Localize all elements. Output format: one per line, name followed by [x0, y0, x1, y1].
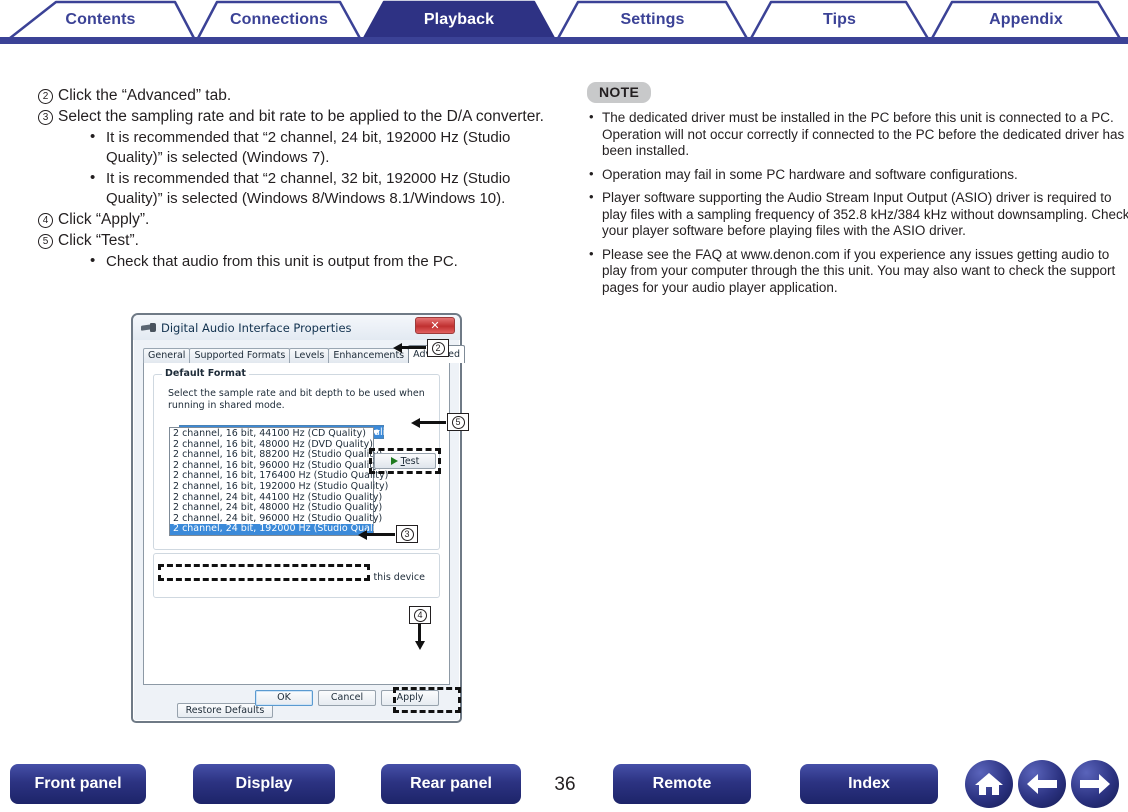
home-button[interactable] [965, 760, 1013, 808]
nav-label: Display [235, 775, 293, 792]
dialog-tab-supported-formats[interactable]: Supported Formats [189, 348, 291, 363]
list-item: Operation may fail in some PC hardware a… [587, 166, 1128, 184]
list-item: Player software supporting the Audio Str… [587, 189, 1128, 240]
note-list: The dedicated driver must be installed i… [587, 109, 1128, 297]
step-number: 4 [38, 213, 53, 228]
nav-label: Rear panel [410, 775, 492, 792]
tab-label: Contents [65, 11, 136, 28]
ok-button[interactable]: OK [255, 690, 313, 706]
list-item: Check that audio from this unit is outpu… [86, 251, 568, 272]
tab-label: Playback [423, 11, 495, 28]
step-text: Click the “Advanced” tab. [58, 87, 232, 104]
dialog-tab-page: Default Format Select the sample rate an… [143, 362, 450, 718]
instructions-column: 2 Click the “Advanced” tab. 3 Select the… [38, 86, 568, 273]
tab-contents[interactable]: Contents [5, 0, 196, 40]
step-3: 3 Select the sampling rate and bit rate … [38, 107, 568, 127]
groupbox2-partial-text: this device [373, 572, 425, 583]
callout-2: 2 [427, 339, 449, 357]
tab-tips[interactable]: Tips [749, 0, 930, 40]
tab-label: Connections [230, 11, 328, 28]
list-item: The dedicated driver must be installed i… [587, 109, 1128, 160]
exclusive-mode-groupbox: this device [153, 553, 440, 598]
nav-label: Front panel [34, 775, 122, 792]
page-content: 2 Click the “Advanced” tab. 3 Select the… [0, 44, 1128, 756]
callout-5-arrow [411, 418, 446, 428]
nav-display-button[interactable]: Display [193, 764, 335, 804]
nav-label: Remote [652, 775, 712, 792]
callout-3-arrow [358, 530, 395, 540]
tab-connections[interactable]: Connections [196, 0, 362, 40]
list-item-selected[interactable]: 2 channel, 24 bit, 192000 Hz (Studio Qua… [170, 524, 388, 535]
step-3-bullets: It is recommended that “2 channel, 24 bi… [38, 127, 568, 209]
step-2: 2 Click the “Advanced” tab. [38, 86, 568, 106]
step-number: 5 [38, 234, 53, 249]
nav-label: Index [848, 775, 890, 792]
default-format-dropdown-list[interactable]: 2 channel, 16 bit, 44100 Hz (CD Quality)… [169, 427, 388, 536]
list-item: It is recommended that “2 channel, 24 bi… [86, 127, 568, 168]
step-4: 4 Click “Apply”. [38, 210, 568, 230]
groupbox-description: Select the sample rate and bit depth to … [168, 388, 425, 411]
callout-4: 4 [409, 606, 431, 624]
bottom-nav-bar: Front panel Display Rear panel 36 Remote… [0, 756, 1128, 812]
windows-dialog-figure: Digital Audio Interface Properties ✕ Gen… [131, 313, 466, 723]
forward-button[interactable] [1071, 760, 1119, 808]
step-5-bullets: Check that audio from this unit is outpu… [38, 251, 568, 272]
callout-number: 4 [413, 608, 427, 622]
callout-5: 5 [447, 413, 469, 431]
tab-label: Appendix [989, 11, 1063, 28]
nav-index-button[interactable]: Index [800, 764, 938, 804]
test-button-label: Test [400, 455, 420, 467]
dialog-footer: OK Cancel Apply [143, 686, 450, 711]
list-item[interactable]: 2 channel, 16 bit, 192000 Hz (Studio Qua… [170, 481, 388, 493]
step-5: 5 Click “Test”. [38, 231, 568, 251]
nav-rear-panel-button[interactable]: Rear panel [381, 764, 521, 804]
close-icon[interactable]: ✕ [415, 317, 455, 334]
step-text: Click “Apply”. [58, 211, 150, 228]
test-button[interactable]: Test [374, 453, 436, 469]
list-item: Please see the FAQ at www.denon.com if y… [587, 246, 1128, 297]
nav-front-panel-button[interactable]: Front panel [10, 764, 146, 804]
speaker-icon [141, 322, 156, 333]
dialog-title: Digital Audio Interface Properties [161, 320, 352, 335]
tab-settings[interactable]: Settings [556, 0, 749, 40]
dialog-tab-levels[interactable]: Levels [289, 348, 330, 363]
arrow-right-icon [1080, 774, 1110, 794]
apply-button[interactable]: Apply [381, 690, 439, 706]
back-button[interactable] [1018, 760, 1066, 808]
cancel-button[interactable]: Cancel [318, 690, 376, 706]
callout-number: 2 [431, 341, 445, 355]
page-number: 36 [554, 774, 576, 795]
groupbox-title: Default Format [162, 368, 249, 379]
play-icon [390, 457, 398, 465]
callout-number: 5 [451, 415, 465, 429]
home-icon [975, 773, 1003, 795]
step-number: 3 [38, 110, 53, 125]
tab-label: Tips [822, 11, 856, 28]
dialog-titlebar: Digital Audio Interface Properties ✕ [133, 315, 460, 340]
tab-label: Settings [620, 11, 685, 28]
top-tab-bar: Contents Connections Playback Settings T… [0, 0, 1128, 44]
tab-playback[interactable]: Playback [362, 0, 556, 40]
arrow-left-icon [1027, 774, 1057, 794]
callout-number: 3 [400, 527, 414, 541]
nav-remote-button[interactable]: Remote [613, 764, 751, 804]
callout-4-arrow [415, 624, 425, 650]
list-item[interactable]: 2 channel, 16 bit, 44100 Hz (CD Quality) [170, 428, 373, 440]
dialog-tab-general[interactable]: General [143, 348, 191, 363]
step-text: Click “Test”. [58, 232, 139, 249]
step-number: 2 [38, 89, 53, 104]
callout-2-arrow [393, 343, 426, 353]
note-column: NOTE The dedicated driver must be instal… [587, 82, 1128, 303]
note-badge: NOTE [587, 82, 652, 103]
tab-appendix[interactable]: Appendix [930, 0, 1122, 40]
list-item: It is recommended that “2 channel, 32 bi… [86, 168, 568, 209]
callout-3: 3 [396, 525, 418, 543]
dialog-window: Digital Audio Interface Properties ✕ Gen… [131, 313, 466, 723]
step-text: Select the sampling rate and bit rate to… [58, 108, 544, 125]
close-glyph: ✕ [430, 319, 440, 332]
